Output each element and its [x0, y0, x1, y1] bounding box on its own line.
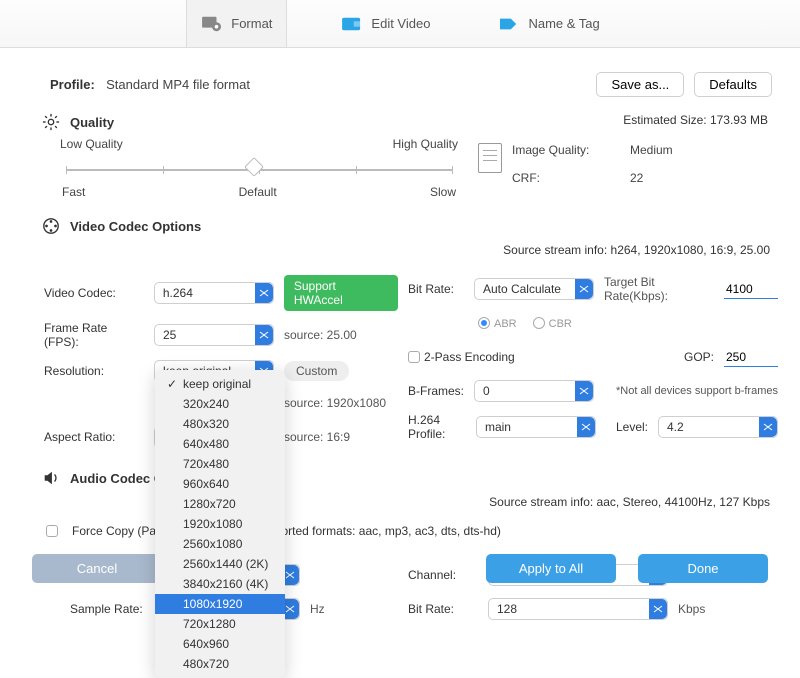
fps-select[interactable]: 25 [154, 324, 274, 346]
resolution-option[interactable]: 1920x1080 [155, 514, 285, 534]
audio-bitrate-unit: Kbps [678, 602, 705, 616]
gear-icon [42, 113, 60, 131]
image-quality-label: Image Quality: [512, 143, 612, 157]
resolution-option[interactable]: 1080x1920 [155, 594, 285, 614]
edit-video-icon [341, 15, 363, 33]
image-quality-value: Medium [630, 143, 673, 157]
speaker-icon [42, 469, 60, 487]
resolution-option[interactable]: 720x1280 [155, 614, 285, 634]
chevron-down-icon [575, 279, 593, 299]
aspect-label: Aspect Ratio: [44, 430, 144, 444]
profile-row: Profile: Standard MP4 file format Save a… [50, 72, 772, 97]
tab-name-tag[interactable]: Name & Tag [484, 0, 613, 47]
document-icon [478, 143, 502, 173]
h264-profile-label: H.264 Profile: [408, 413, 466, 441]
target-bitrate-label: Target Bit Rate(Kbps): [604, 275, 714, 303]
resolution-option[interactable]: 480x720 [155, 654, 285, 674]
resolution-option[interactable]: 2560x1440 (2K) [155, 554, 285, 574]
level-label: Level: [616, 420, 648, 434]
resolution-option[interactable]: 3840x2160 (4K) [155, 574, 285, 594]
chevron-down-icon [575, 381, 593, 401]
apply-all-button[interactable]: Apply to All [486, 554, 616, 583]
fps-label: Frame Rate (FPS): [44, 321, 144, 349]
video-source-info: Source stream info: h264, 1920x1080, 16:… [22, 243, 770, 257]
tab-bar: Format Edit Video Name & Tag [0, 0, 800, 48]
default-label: Default [239, 185, 277, 199]
abr-radio[interactable] [478, 317, 490, 329]
resolution-option[interactable]: 640x480 [155, 434, 285, 454]
high-quality-label: High Quality [393, 137, 458, 151]
bframes-select[interactable]: 0 [474, 380, 594, 402]
video-codec-heading: Video Codec Options [42, 217, 778, 235]
sample-rate-unit: Hz [310, 602, 325, 616]
resolution-option[interactable]: ✓keep original [155, 374, 285, 394]
twopass-checkbox[interactable] [408, 351, 420, 363]
audio-bitrate-label: Bit Rate: [408, 602, 478, 616]
audio-source-info: Source stream info: aac, Stereo, 44100Hz… [22, 495, 770, 509]
resolution-option[interactable]: 640x960 [155, 634, 285, 654]
save-as-button[interactable]: Save as... [596, 72, 684, 97]
quality-slider[interactable] [66, 169, 452, 171]
audio-bitrate-select[interactable]: 128 [488, 598, 668, 620]
format-icon [201, 15, 223, 33]
force-copy-checkbox[interactable] [46, 525, 58, 537]
chevron-down-icon [255, 283, 273, 303]
bitrate-label: Bit Rate: [408, 282, 464, 296]
tab-edit-label: Edit Video [371, 16, 430, 31]
resolution-source: source: 1920x1080 [284, 396, 386, 410]
gop-input[interactable] [724, 348, 778, 367]
resolution-option[interactable]: 480x320 [155, 414, 285, 434]
resolution-label: Resolution: [44, 364, 144, 378]
slider-thumb[interactable] [244, 157, 264, 177]
target-bitrate-input[interactable] [724, 280, 778, 299]
bottom-bar: Cancel Apply to All Done [0, 554, 800, 583]
cancel-button[interactable]: Cancel [32, 554, 162, 583]
fast-label: Fast [62, 185, 85, 199]
resolution-option[interactable]: 2560x1080 [155, 534, 285, 554]
cbr-radio[interactable] [533, 317, 545, 329]
tab-format[interactable]: Format [186, 0, 287, 47]
video-codec-select[interactable]: h.264 [154, 282, 274, 304]
chevron-down-icon [759, 417, 777, 437]
bframes-note: *Not all devices support b-frames [616, 385, 778, 397]
fps-source: source: 25.00 [284, 328, 357, 342]
hwaccel-badge[interactable]: Support HWAccel [284, 275, 398, 311]
audio-codec-heading: Audio Codec Options [42, 469, 778, 487]
gop-label: GOP: [684, 350, 714, 364]
h264-profile-select[interactable]: main [476, 416, 596, 438]
resolution-option[interactable]: 720x480 [155, 454, 285, 474]
aspect-source: source: 16:9 [284, 430, 350, 444]
film-icon [42, 217, 60, 235]
chevron-down-icon [255, 325, 273, 345]
tab-format-label: Format [231, 16, 272, 31]
profile-value: Standard MP4 file format [106, 77, 250, 92]
crf-label: CRF: [512, 171, 612, 185]
crf-value: 22 [630, 171, 643, 185]
bitrate-select[interactable]: Auto Calculate [474, 278, 594, 300]
tab-edit-video[interactable]: Edit Video [327, 0, 444, 47]
video-codec-label: Video Codec: [44, 286, 144, 300]
chevron-down-icon [649, 599, 667, 619]
bframes-label: B-Frames: [408, 384, 464, 398]
twopass-label: 2-Pass Encoding [424, 350, 515, 364]
slow-label: Slow [430, 185, 456, 199]
defaults-button[interactable]: Defaults [694, 72, 772, 97]
tab-name-label: Name & Tag [528, 16, 599, 31]
chevron-down-icon [577, 417, 595, 437]
resolution-option[interactable]: 960x640 [155, 474, 285, 494]
resolution-custom-chip[interactable]: Custom [284, 361, 349, 381]
done-button[interactable]: Done [638, 554, 768, 583]
quality-heading-text: Quality [70, 115, 114, 130]
low-quality-label: Low Quality [60, 137, 123, 151]
resolution-option[interactable]: 320x240 [155, 394, 285, 414]
estimated-size: Estimated Size: 173.93 MB [22, 113, 768, 127]
name-tag-icon [498, 15, 520, 33]
profile-label: Profile: [50, 77, 95, 92]
resolution-dropdown[interactable]: ✓keep original320x240480x320640x480720x4… [155, 370, 285, 678]
force-copy-label: Force Copy (Passthrough) Audio (Supporte… [72, 524, 501, 538]
level-select[interactable]: 4.2 [658, 416, 778, 438]
video-codec-heading-text: Video Codec Options [70, 219, 201, 234]
resolution-option[interactable]: 1280x720 [155, 494, 285, 514]
